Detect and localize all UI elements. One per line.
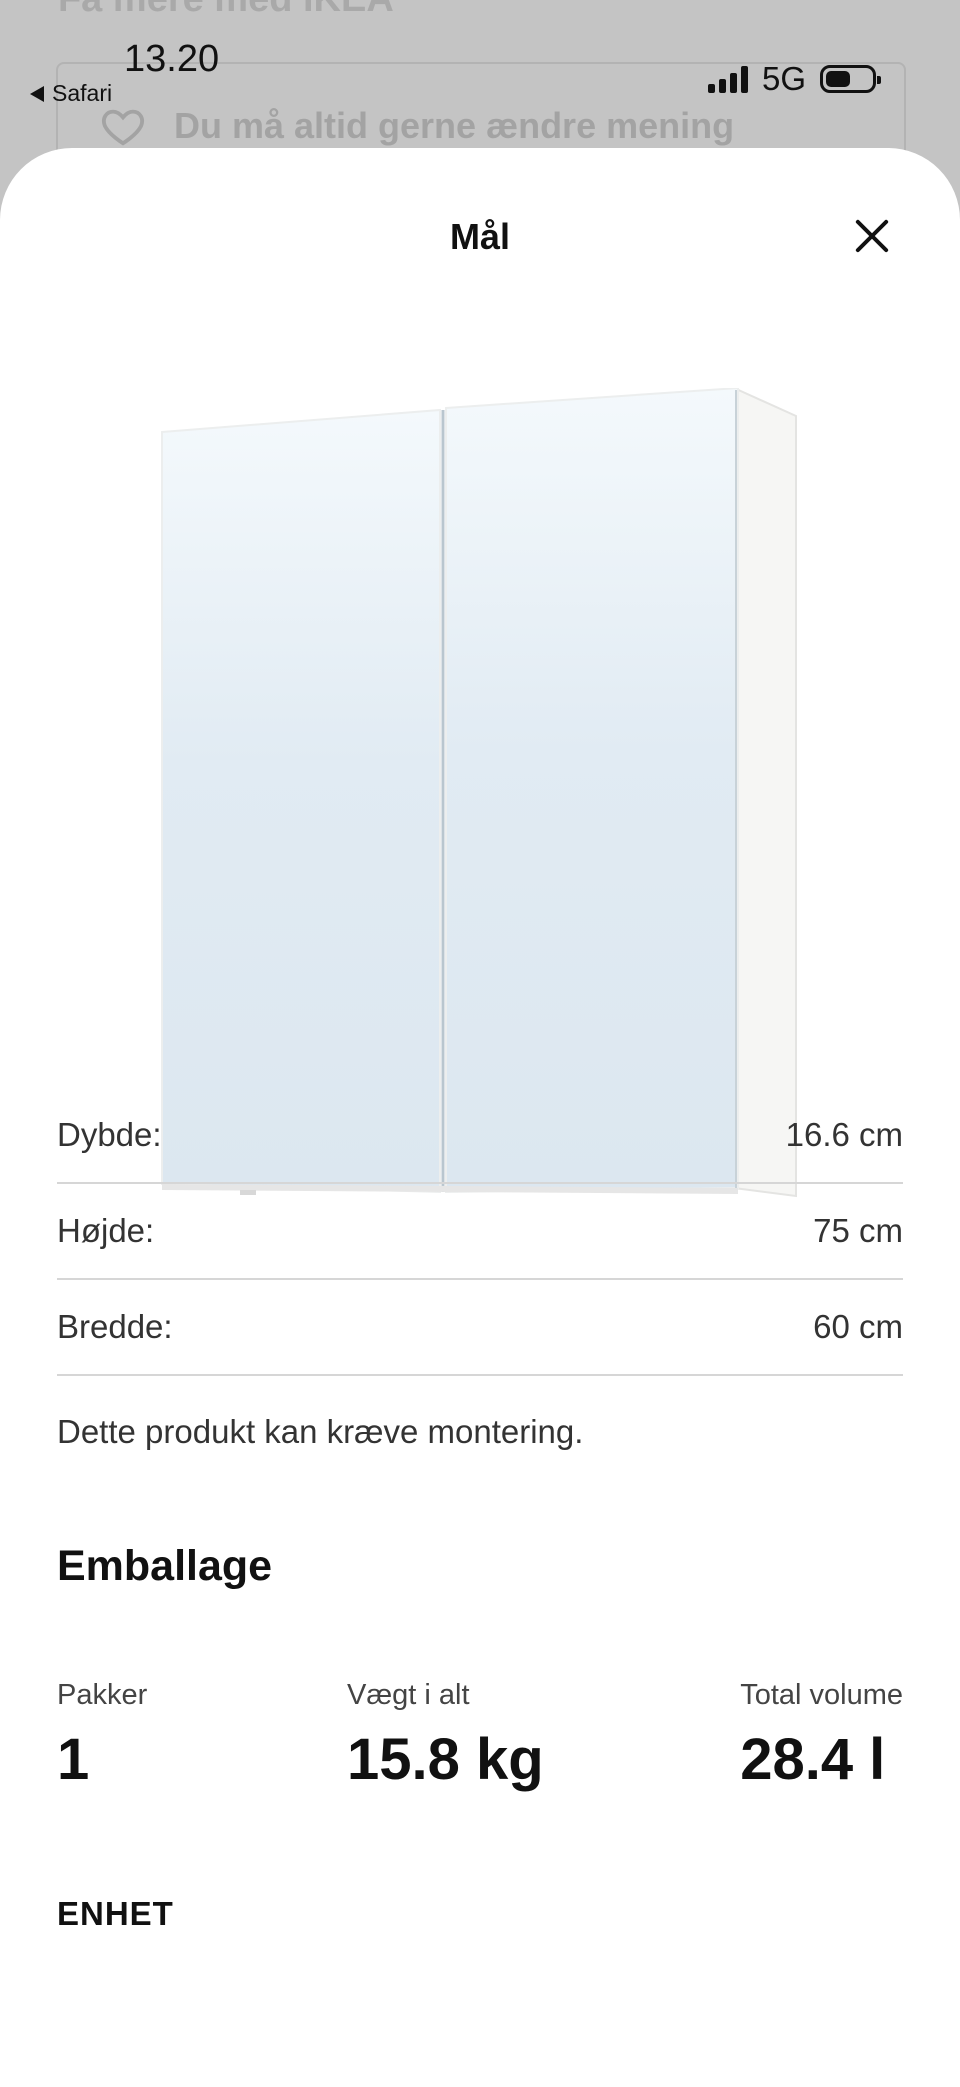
- dimensions-list: Dybde: 16.6 cm Højde: 75 cm Bredde: 60 c…: [57, 1088, 903, 1376]
- stat-value: 15.8 kg: [347, 1727, 544, 1792]
- unit-heading: ENHET: [57, 1895, 174, 1932]
- close-button[interactable]: [852, 216, 892, 256]
- stat-label: Pakker: [57, 1679, 148, 1711]
- back-arrow-icon: [30, 85, 44, 102]
- dimension-label: Dybde:: [57, 1116, 162, 1153]
- dimension-row-width: Bredde: 60 cm: [57, 1280, 903, 1376]
- product-image-mirror-cabinet: [161, 388, 797, 1198]
- dimension-row-depth: Dybde: 16.6 cm: [57, 1088, 903, 1184]
- dimension-value: 60 cm: [813, 1308, 903, 1345]
- screen: Få mere med IKEA Du må altid gerne ændre…: [0, 0, 960, 2087]
- network-type: 5G: [761, 60, 806, 97]
- dimension-label: Bredde:: [57, 1308, 173, 1345]
- packaging-heading: Emballage: [57, 1542, 273, 1590]
- sheet-header: Mål: [0, 148, 960, 288]
- stat-label: Vægt i alt: [347, 1679, 470, 1711]
- background-banner: Du må altid gerne ændre mening: [100, 103, 734, 149]
- dimension-value: 75 cm: [813, 1212, 903, 1249]
- back-to-app-button[interactable]: Safari: [30, 80, 112, 107]
- status-indicators: 5G: [707, 60, 881, 98]
- packaging-stat-packages: Pakker 1: [57, 1679, 147, 1793]
- stat-value: 28.4 l: [740, 1727, 886, 1792]
- background-heading: Få mere med IKEA: [58, 0, 394, 21]
- signal-icon: [707, 65, 748, 93]
- packaging-stat-volume: Total volume 28.4 l: [740, 1679, 903, 1793]
- dimension-row-height: Højde: 75 cm: [57, 1184, 903, 1280]
- heart-icon: [102, 109, 144, 146]
- sheet-title: Mål: [449, 216, 510, 257]
- dimension-label: Højde:: [57, 1212, 155, 1249]
- battery-level: [826, 71, 851, 87]
- dimension-value: 16.6 cm: [785, 1116, 903, 1153]
- back-app-label: Safari: [52, 80, 113, 106]
- assembly-note: Dette produkt kan kræve montering.: [57, 1413, 584, 1450]
- packaging-stat-weight: Vægt i alt 15.8 kg: [347, 1679, 544, 1793]
- battery-icon: [820, 65, 881, 93]
- packaging-stats: Pakker 1 Vægt i alt 15.8 kg Total volume…: [57, 1679, 903, 1819]
- status-time: 13.20: [124, 38, 220, 80]
- stat-label: Total volume: [740, 1679, 903, 1711]
- background-banner-text: Du må altid gerne ændre mening: [174, 105, 735, 146]
- stat-value: 1: [57, 1727, 90, 1792]
